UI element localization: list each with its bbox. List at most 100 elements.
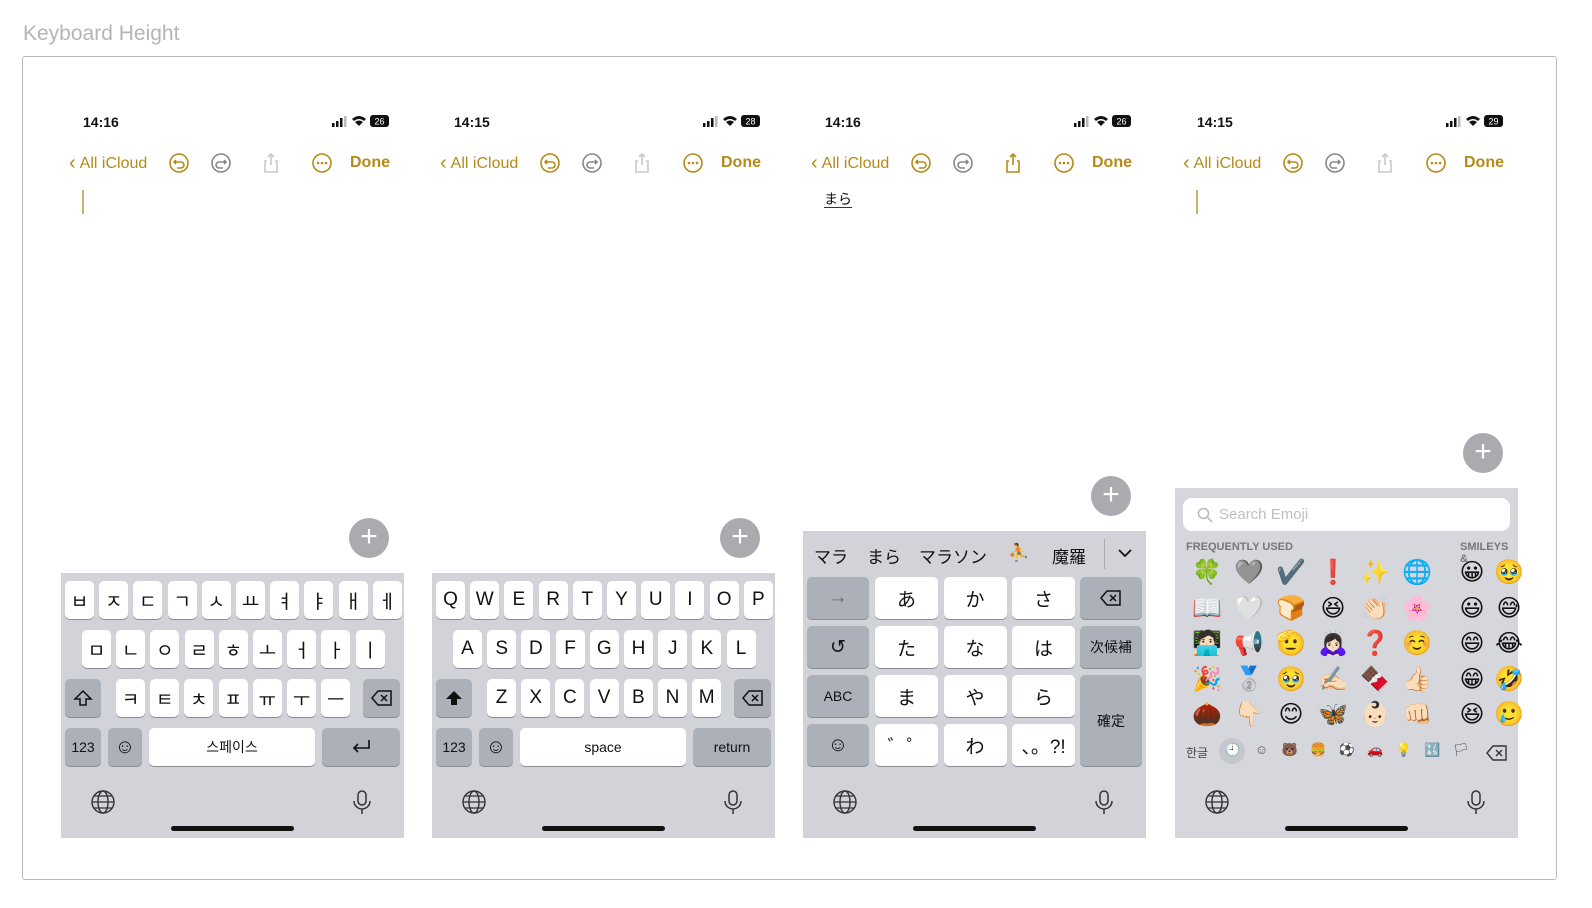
emoji-item[interactable]: 🌸 [1401,593,1433,625]
add-button[interactable]: + [1463,433,1503,473]
letter-key[interactable]: C [555,679,585,717]
shift-key[interactable] [436,679,472,717]
kana-key[interactable]: さ [1012,577,1075,619]
candidate-item[interactable]: 魔羅 [1052,543,1086,568]
emoji-item[interactable]: 🥹 [1493,557,1525,589]
undo-icon[interactable] [539,152,561,174]
add-button[interactable]: + [349,518,389,558]
letter-key[interactable]: J [658,630,688,668]
emoji-category-icon[interactable]: 🐻 [1279,742,1301,758]
letter-key[interactable]: ㅡ [321,679,351,717]
redo-icon[interactable] [581,152,603,174]
emoji-item[interactable]: 😊 [1275,699,1307,731]
done-button[interactable]: Done [1092,154,1132,172]
letter-key[interactable]: ㅇ [150,630,180,668]
letter-key[interactable]: ㅛ [236,581,265,619]
microphone-icon[interactable] [1463,789,1489,815]
letter-key[interactable]: ㅁ [82,630,111,668]
candidate-item[interactable]: マラ [814,543,848,568]
delete-icon[interactable] [1486,744,1508,762]
emoji-item[interactable]: 😁 [1456,664,1488,696]
emoji-item[interactable]: 👍🏻 [1401,664,1433,696]
emoji-item[interactable]: 🍀 [1191,557,1223,589]
delete-key[interactable] [363,679,400,717]
kana-key[interactable]: 、。?! [1012,724,1075,766]
letter-key[interactable]: ㅋ [116,679,145,717]
emoji-category-icon[interactable]: 🕘 [1222,742,1244,758]
emoji-item[interactable]: ❓ [1359,628,1391,660]
emoji-category-icon[interactable]: 🚗 [1365,742,1387,758]
abc-key[interactable]: ABC [807,675,869,717]
letter-key[interactable]: ㅠ [252,679,282,717]
emoji-item[interactable]: 🍞 [1275,593,1307,625]
return-key[interactable] [322,728,400,766]
space-key[interactable]: space [520,728,686,766]
emoji-item[interactable]: 🧑🏻‍💻 [1191,628,1223,660]
back-button[interactable]: ‹ All iCloud [440,152,518,175]
emoji-item[interactable]: 🌰 [1191,699,1223,731]
emoji-item[interactable]: ✨ [1359,557,1391,589]
back-button[interactable]: ‹ All iCloud [811,152,889,175]
emoji-category-icon[interactable]: 💡 [1393,742,1415,758]
letter-key[interactable]: ㅣ [355,630,385,668]
kana-key[interactable]: わ [943,724,1007,766]
emoji-item[interactable]: 👇🏻 [1233,699,1265,731]
chevron-down-icon[interactable] [1117,547,1133,559]
emoji-item[interactable]: 🦋 [1317,699,1349,731]
delete-key[interactable] [1080,577,1142,619]
share-icon[interactable] [631,152,653,174]
emoji-category-icon[interactable]: ⚽ [1336,742,1358,758]
kana-key[interactable]: ら [1012,675,1075,717]
redo-icon[interactable] [210,152,232,174]
letter-key[interactable]: ㄹ [184,630,214,668]
emoji-item[interactable]: 👶🏻 [1359,699,1391,731]
back-button[interactable]: ‹ All iCloud [1183,152,1261,175]
globe-icon[interactable] [90,789,116,815]
letter-key[interactable]: ㅐ [338,581,368,619]
letter-key[interactable]: M [692,679,722,717]
add-button[interactable]: + [1091,476,1131,516]
emoji-item[interactable]: 🍫 [1359,664,1391,696]
letter-key[interactable]: N [658,679,687,717]
kana-key[interactable]: や [943,675,1007,717]
letter-key[interactable]: ㄴ [116,630,146,668]
letter-key[interactable]: Y [607,581,636,619]
share-icon[interactable] [260,152,282,174]
letter-key[interactable]: ㅊ [184,679,214,717]
numbers-key[interactable]: 123 [65,728,101,766]
kana-key[interactable]: は [1012,626,1075,668]
letter-key[interactable]: ㅕ [270,581,300,619]
microphone-icon[interactable] [720,789,746,815]
letter-key[interactable]: S [487,630,517,668]
letter-key[interactable]: K [692,630,722,668]
letter-key[interactable]: X [521,679,551,717]
letter-key[interactable]: ㅌ [150,679,180,717]
letter-key[interactable]: U [641,581,671,619]
microphone-icon[interactable] [349,789,375,815]
back-button[interactable]: ‹ All iCloud [69,152,147,175]
letter-key[interactable]: G [589,630,619,668]
emoji-item[interactable]: 🤍 [1233,593,1265,625]
redo-icon[interactable] [1324,152,1346,174]
confirm-key[interactable]: 確定 [1080,675,1142,766]
more-icon[interactable] [1053,152,1075,174]
emoji-category-icon[interactable]: 🏳 [1450,742,1472,758]
letter-key[interactable]: O [709,581,739,619]
emoji-item[interactable]: 😅 [1493,593,1525,625]
letter-key[interactable]: ㅔ [372,581,402,619]
letter-key[interactable]: P [743,581,773,619]
share-icon[interactable] [1374,152,1396,174]
undo-key[interactable]: ↺ [807,626,869,668]
emoji-key[interactable]: ☺ [108,728,142,766]
emoji-item[interactable]: 🩶 [1233,557,1265,589]
redo-icon[interactable] [952,152,974,174]
space-key[interactable]: 스페이스 [149,728,315,766]
letter-key[interactable]: ㅅ [201,581,231,619]
kana-key[interactable]: な [943,626,1007,668]
letter-key[interactable]: V [589,679,619,717]
globe-icon[interactable] [461,789,487,815]
next-candidate-key[interactable]: 次候補 [1080,626,1142,668]
emoji-item[interactable]: 😀 [1456,557,1488,589]
emoji-item[interactable]: 🙇🏻‍♀️ [1317,628,1349,660]
undo-icon[interactable] [168,152,190,174]
